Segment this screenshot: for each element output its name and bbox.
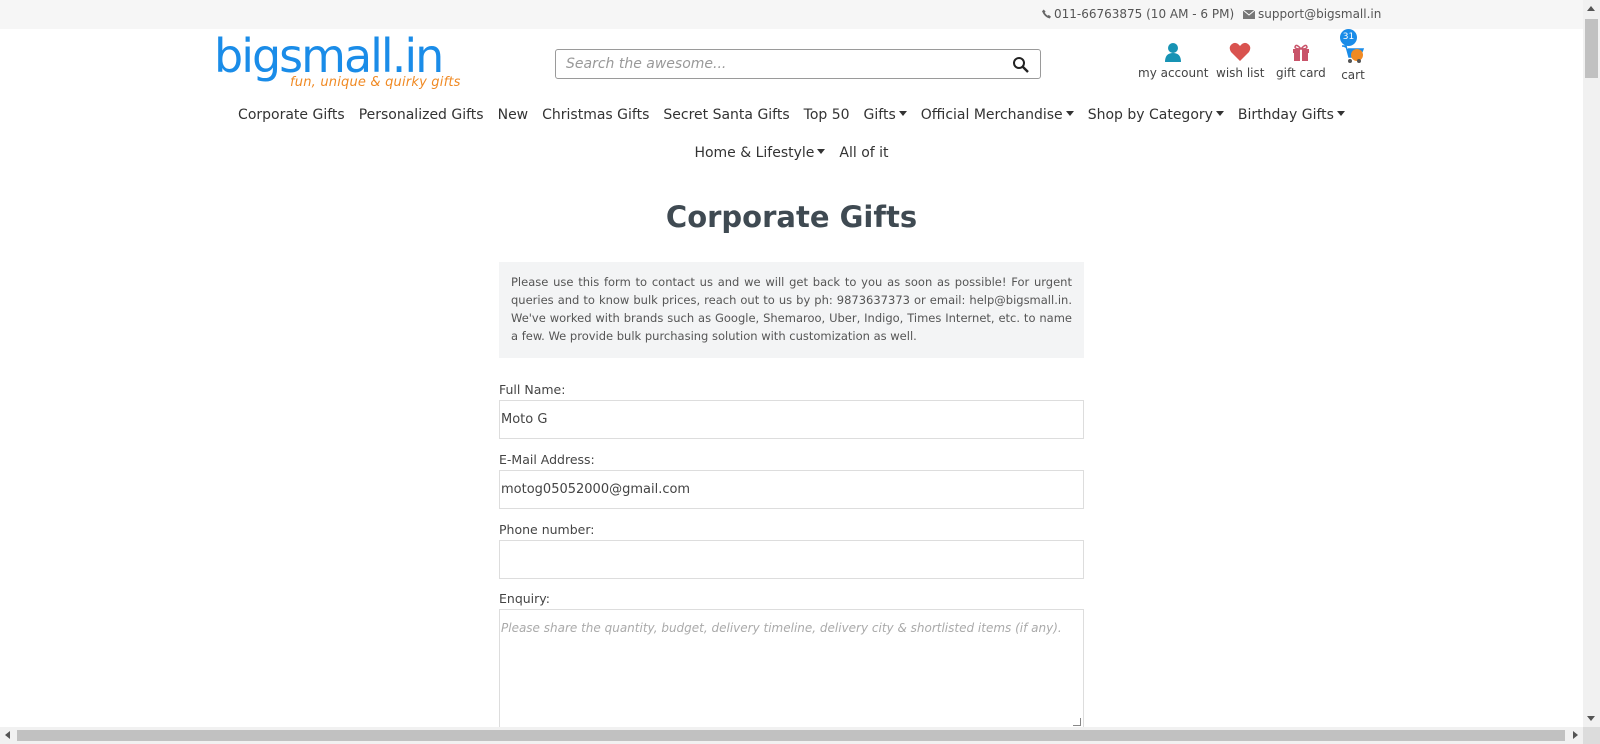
nav-item-label: Top 50 — [803, 107, 850, 123]
nav-item-top-50[interactable]: Top 50 — [804, 107, 850, 123]
my-account-link[interactable]: my account — [1138, 42, 1208, 80]
logo-tagline: fun, unique & quirky gifts — [290, 75, 461, 90]
nav-item-corporate-gifts[interactable]: Corporate Gifts — [238, 107, 345, 123]
nav-item-label: Personalized Gifts — [358, 107, 484, 123]
nav-item-label: Shop by Category — [1087, 107, 1213, 123]
scroll-up-icon[interactable] — [1587, 6, 1595, 11]
nav-item-personalized-gifts[interactable]: Personalized Gifts — [359, 107, 484, 123]
caret-down-icon — [1065, 111, 1074, 116]
nav-item-label: Official Merchandise — [920, 107, 1063, 123]
nav-item-label: Home & Lifestyle — [694, 145, 815, 161]
nav-item-label: Gifts — [863, 107, 896, 123]
nav-item-label: New — [497, 107, 529, 123]
gift-icon — [1292, 44, 1309, 61]
gift-card-label: gift card — [1276, 66, 1326, 80]
phone-icon — [1042, 9, 1051, 19]
full-name-input[interactable]: Moto G — [499, 400, 1084, 439]
nav-item-christmas-gifts[interactable]: Christmas Gifts — [542, 107, 649, 123]
nav-item-secret-santa-gifts[interactable]: Secret Santa Gifts — [663, 107, 789, 123]
nav-item-label: Birthday Gifts — [1237, 107, 1334, 123]
my-account-label: my account — [1138, 66, 1209, 80]
cart-icon — [1342, 45, 1365, 63]
horizontal-scroll-thumb[interactable] — [17, 730, 1565, 741]
enquiry-textarea[interactable]: Please share the quantity, budget, deliv… — [499, 609, 1084, 727]
vertical-scrollbar[interactable] — [1583, 0, 1600, 727]
full-name-label: Full Name: — [499, 382, 566, 397]
resize-grip[interactable] — [1073, 718, 1081, 726]
scroll-right-icon[interactable] — [1573, 731, 1578, 739]
nav-item-label: Corporate Gifts — [238, 107, 345, 123]
gift-card-link[interactable]: gift card — [1276, 42, 1326, 80]
search-input[interactable] — [566, 54, 996, 74]
search-box — [555, 49, 1041, 79]
nav-item-home-lifestyle[interactable]: Home & Lifestyle — [694, 145, 826, 161]
cart-label: cart — [1341, 68, 1365, 82]
scrollbar-corner — [1583, 727, 1600, 744]
top-bar: 011-66763875 (10 AM - 6 PM) support@bigs… — [0, 0, 1583, 29]
email-label: E-Mail Address: — [499, 452, 595, 467]
nav-item-label: Secret Santa Gifts — [663, 107, 790, 123]
nav-item-label: Christmas Gifts — [542, 107, 650, 123]
scroll-down-icon[interactable] — [1587, 716, 1595, 721]
heart-icon — [1229, 42, 1251, 61]
page-viewport: 011-66763875 (10 AM - 6 PM) support@bigs… — [0, 0, 1583, 727]
cart-link[interactable]: cart — [1340, 42, 1366, 82]
phone-text: 011-66763875 (10 AM - 6 PM) — [1054, 7, 1235, 21]
envelope-icon — [1242, 9, 1256, 19]
nav-item-label: All of it — [839, 145, 889, 161]
email-input[interactable]: motog05052000@gmail.com — [499, 470, 1084, 509]
caret-down-icon — [1336, 111, 1345, 116]
site-logo[interactable]: bigsmall.in fun, unique & quirky gifts — [214, 30, 464, 94]
caret-down-icon — [898, 111, 907, 116]
enquiry-placeholder: Please share the quantity, budget, deliv… — [501, 621, 1062, 635]
nav-item-gifts[interactable]: Gifts — [864, 107, 907, 123]
email-text: support@bigsmall.in — [1258, 7, 1382, 21]
page-title: Corporate Gifts — [665, 200, 918, 234]
support-email[interactable]: support@bigsmall.in — [1242, 7, 1382, 21]
info-notice: Please use this form to contact us and w… — [499, 262, 1084, 358]
scroll-left-icon[interactable] — [5, 731, 10, 739]
enquiry-label: Enquiry: — [499, 591, 550, 606]
nav-item-new[interactable]: New — [498, 107, 529, 123]
user-icon — [1165, 43, 1182, 62]
wish-list-link[interactable]: wish list — [1216, 42, 1264, 80]
nav-item-shop-by-category[interactable]: Shop by Category — [1088, 107, 1224, 123]
nav-item-all-of-it[interactable]: All of it — [839, 145, 888, 161]
main-nav-row-1: Corporate Gifts Personalized Gifts New Chri… — [0, 107, 1583, 123]
phone-label: Phone number: — [499, 522, 595, 537]
caret-down-icon — [1215, 111, 1224, 116]
vertical-scroll-thumb[interactable] — [1585, 19, 1598, 78]
nav-item-official-merchandise[interactable]: Official Merchandise — [921, 107, 1074, 123]
caret-down-icon — [817, 149, 826, 154]
nav-item-birthday-gifts[interactable]: Birthday Gifts — [1238, 107, 1345, 123]
phone-input[interactable] — [499, 540, 1084, 579]
main-nav-row-2: Home & Lifestyle All of it — [0, 145, 1583, 161]
wish-list-label: wish list — [1216, 66, 1265, 80]
cart-count-badge: 31 — [1340, 29, 1357, 46]
horizontal-scrollbar[interactable] — [0, 727, 1583, 744]
support-phone[interactable]: 011-66763875 (10 AM - 6 PM) — [1042, 7, 1234, 21]
search-icon[interactable] — [1012, 56, 1030, 74]
